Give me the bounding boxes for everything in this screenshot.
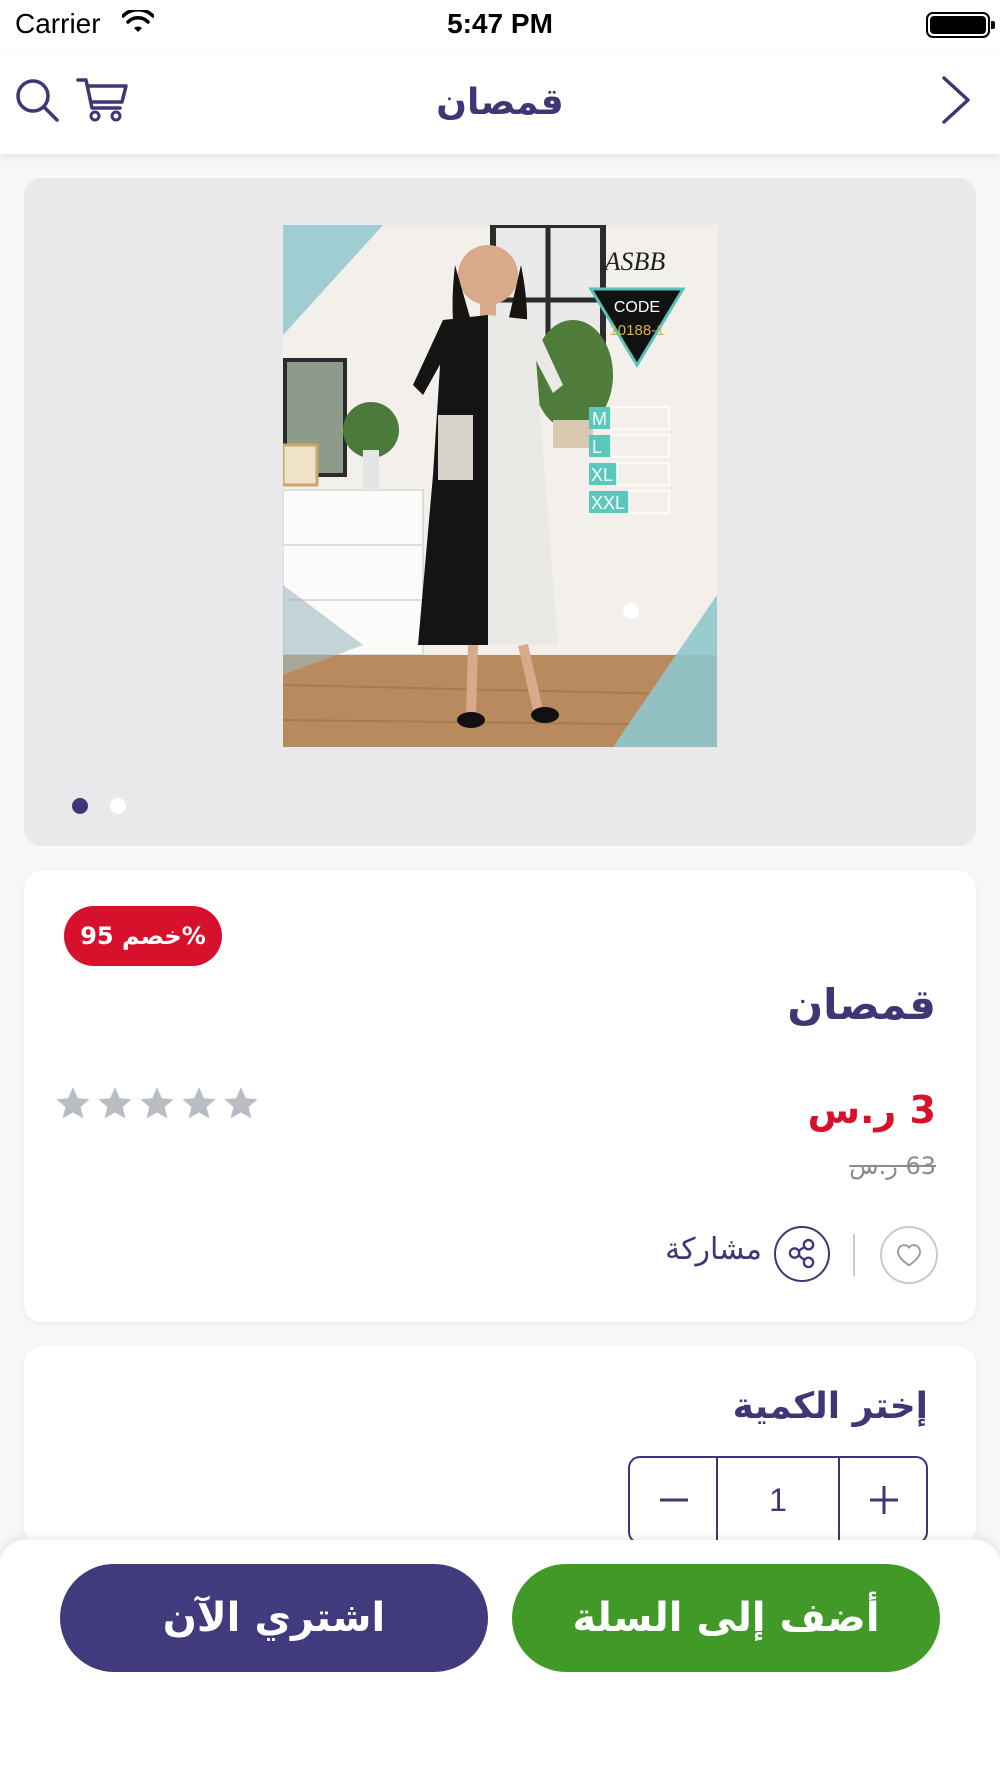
minus-icon — [660, 1498, 688, 1502]
star-icon[interactable] — [138, 1084, 176, 1122]
svg-text:L: L — [592, 437, 602, 457]
page-title: قمصان — [436, 82, 564, 123]
share-icon[interactable] — [774, 1226, 830, 1282]
star-icon[interactable] — [180, 1084, 218, 1122]
original-price: 63 ر.س — [849, 1152, 936, 1180]
svg-text:XXL: XXL — [591, 493, 625, 513]
product-image-gallery[interactable]: ASBB CODE 10188-1 M L XL XXL — [24, 178, 976, 846]
rating-stars[interactable] — [54, 1084, 260, 1122]
svg-text:XL: XL — [591, 465, 613, 485]
bottom-action-bar: اشتري الآن أضف إلى السلة — [0, 1540, 1000, 1778]
quantity-card: إختر الكمية 1 — [24, 1346, 976, 1546]
gallery-page-indicator-2[interactable] — [110, 798, 126, 814]
svg-text:10188-1: 10188-1 — [609, 322, 664, 339]
battery-icon — [926, 12, 995, 38]
gallery-page-indicator-1[interactable] — [72, 798, 88, 814]
product-name: قمصان — [787, 980, 936, 1029]
share-label[interactable]: مشاركة — [665, 1232, 762, 1267]
svg-text:CODE: CODE — [614, 299, 660, 316]
current-price: 3 ر.س — [807, 1088, 936, 1132]
chevron-right-icon[interactable] — [930, 72, 980, 128]
add-to-cart-button[interactable]: أضف إلى السلة — [512, 1564, 940, 1672]
star-icon[interactable] — [222, 1084, 260, 1122]
increment-button[interactable] — [838, 1458, 926, 1542]
quantity-value[interactable]: 1 — [718, 1458, 838, 1542]
plus-icon — [870, 1486, 898, 1514]
nav-bar: قمصان — [0, 50, 1000, 154]
quantity-stepper[interactable]: 1 — [628, 1456, 928, 1544]
star-icon[interactable] — [54, 1084, 92, 1122]
star-icon[interactable] — [96, 1084, 134, 1122]
buy-now-button[interactable]: اشتري الآن — [60, 1564, 488, 1672]
status-bar: Carrier 5:47 PM — [0, 0, 1000, 50]
discount-badge: خصم 95% — [64, 906, 222, 966]
product-photo: ASBB CODE 10188-1 M L XL XXL — [283, 225, 717, 747]
heart-icon[interactable] — [880, 1226, 938, 1284]
status-time: 5:47 PM — [447, 8, 553, 39]
decrement-button[interactable] — [630, 1458, 718, 1542]
svg-text:M: M — [592, 409, 607, 429]
svg-text:ASBB: ASBB — [603, 247, 666, 276]
action-divider — [853, 1234, 855, 1276]
product-info-card: خصم 95% قمصان 3 ر.س 63 ر.س مشاركة — [24, 870, 976, 1322]
quantity-title: إختر الكمية — [732, 1386, 928, 1427]
